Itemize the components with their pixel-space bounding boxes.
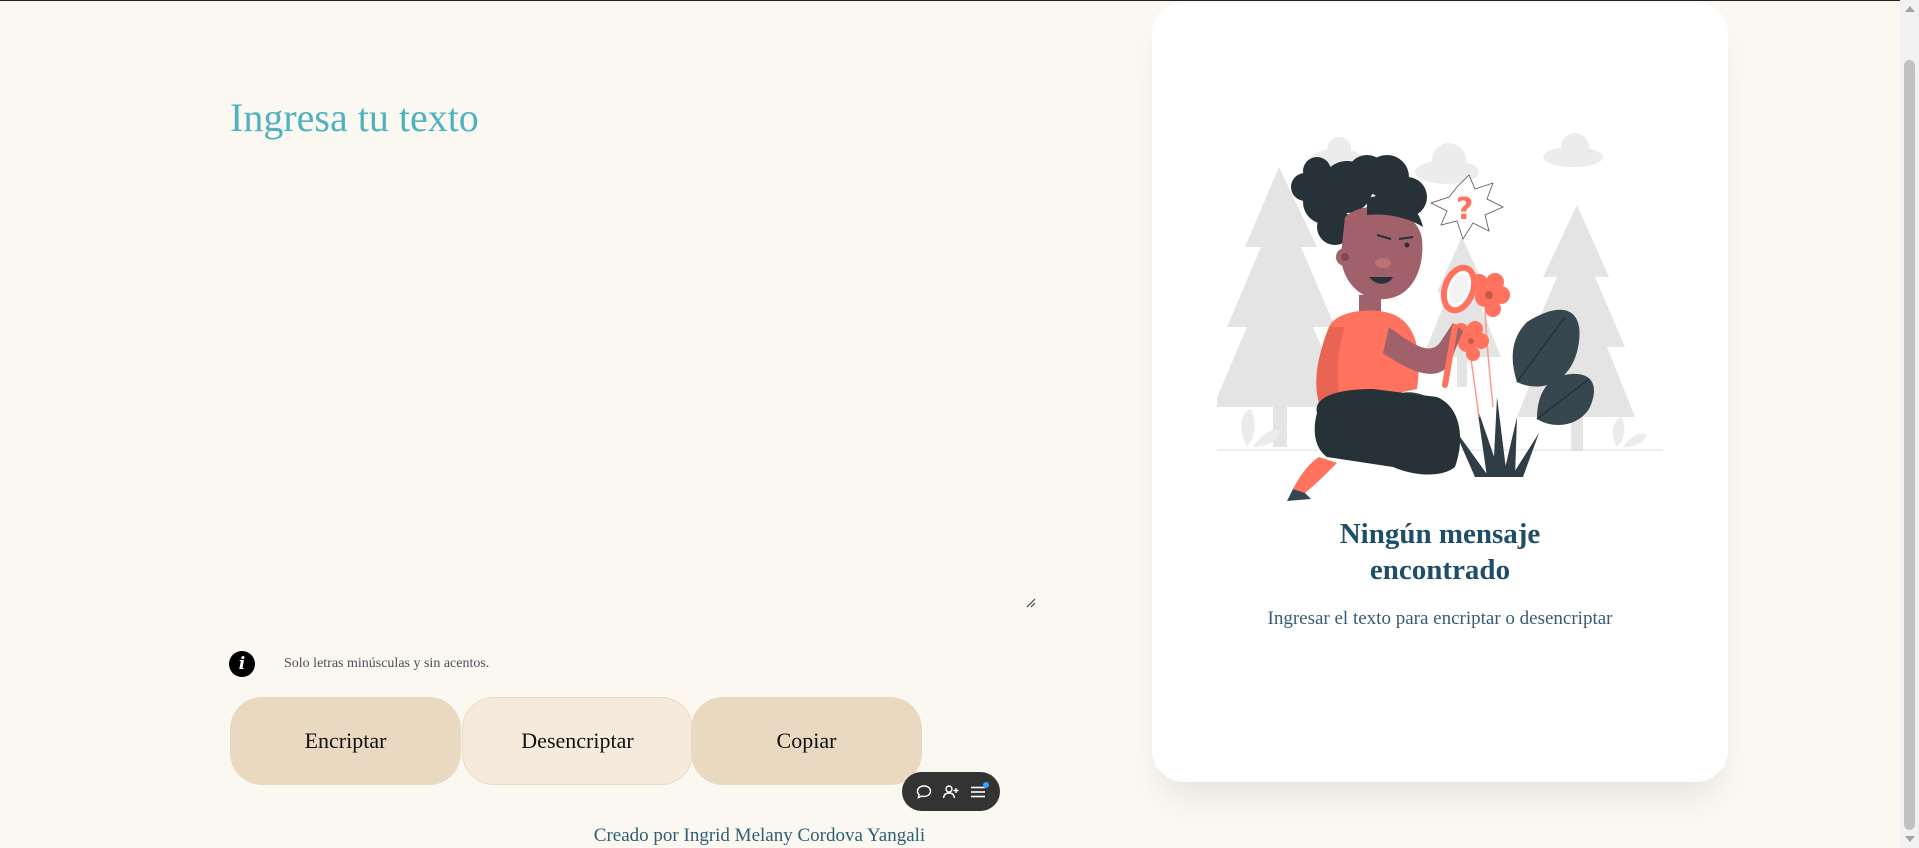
add-person-icon[interactable] bbox=[939, 780, 963, 804]
scrollbar-thumb[interactable] bbox=[1904, 60, 1915, 830]
output-card: ? Ningún mensaje encontrado Ingresar el … bbox=[1152, 2, 1728, 782]
output-subtitle: Ingresar el texto para encriptar o desen… bbox=[1267, 608, 1613, 629]
footer-credit: Creado por Ingrid Melany Cordova Yangali bbox=[593, 825, 926, 846]
floating-toolbar bbox=[902, 772, 1000, 811]
scroll-down-arrow-icon[interactable] bbox=[1905, 836, 1915, 842]
chat-bubble-icon[interactable] bbox=[912, 780, 936, 804]
info-hint-text: Solo letras minúsculas y sin acentos. bbox=[284, 656, 490, 671]
girl-with-magnifier-illustration: ? bbox=[1217, 133, 1663, 501]
info-icon: i bbox=[229, 651, 255, 677]
info-hint: i Solo letras minúsculas y sin acentos. bbox=[229, 651, 489, 677]
encrypt-button[interactable]: Encriptar bbox=[230, 697, 461, 785]
window-top-border bbox=[0, 0, 1919, 1]
output-title: Ningún mensaje encontrado bbox=[1152, 516, 1728, 588]
text-input[interactable] bbox=[230, 160, 1035, 610]
vertical-scrollbar[interactable] bbox=[1900, 0, 1919, 848]
copy-button[interactable]: Copiar bbox=[691, 697, 922, 785]
notification-dot bbox=[983, 781, 990, 788]
output-title-line1: Ningún mensaje bbox=[1339, 518, 1541, 550]
input-title: Ingresa tu texto bbox=[230, 95, 479, 140]
svg-text:?: ? bbox=[1456, 192, 1473, 227]
textarea-resize-handle-icon[interactable] bbox=[1024, 596, 1036, 608]
output-title-line2: encontrado bbox=[1369, 554, 1511, 586]
scroll-up-arrow-icon[interactable] bbox=[1905, 6, 1915, 12]
menu-list-icon[interactable] bbox=[966, 780, 990, 804]
decrypt-button[interactable]: Desencriptar bbox=[462, 697, 693, 785]
